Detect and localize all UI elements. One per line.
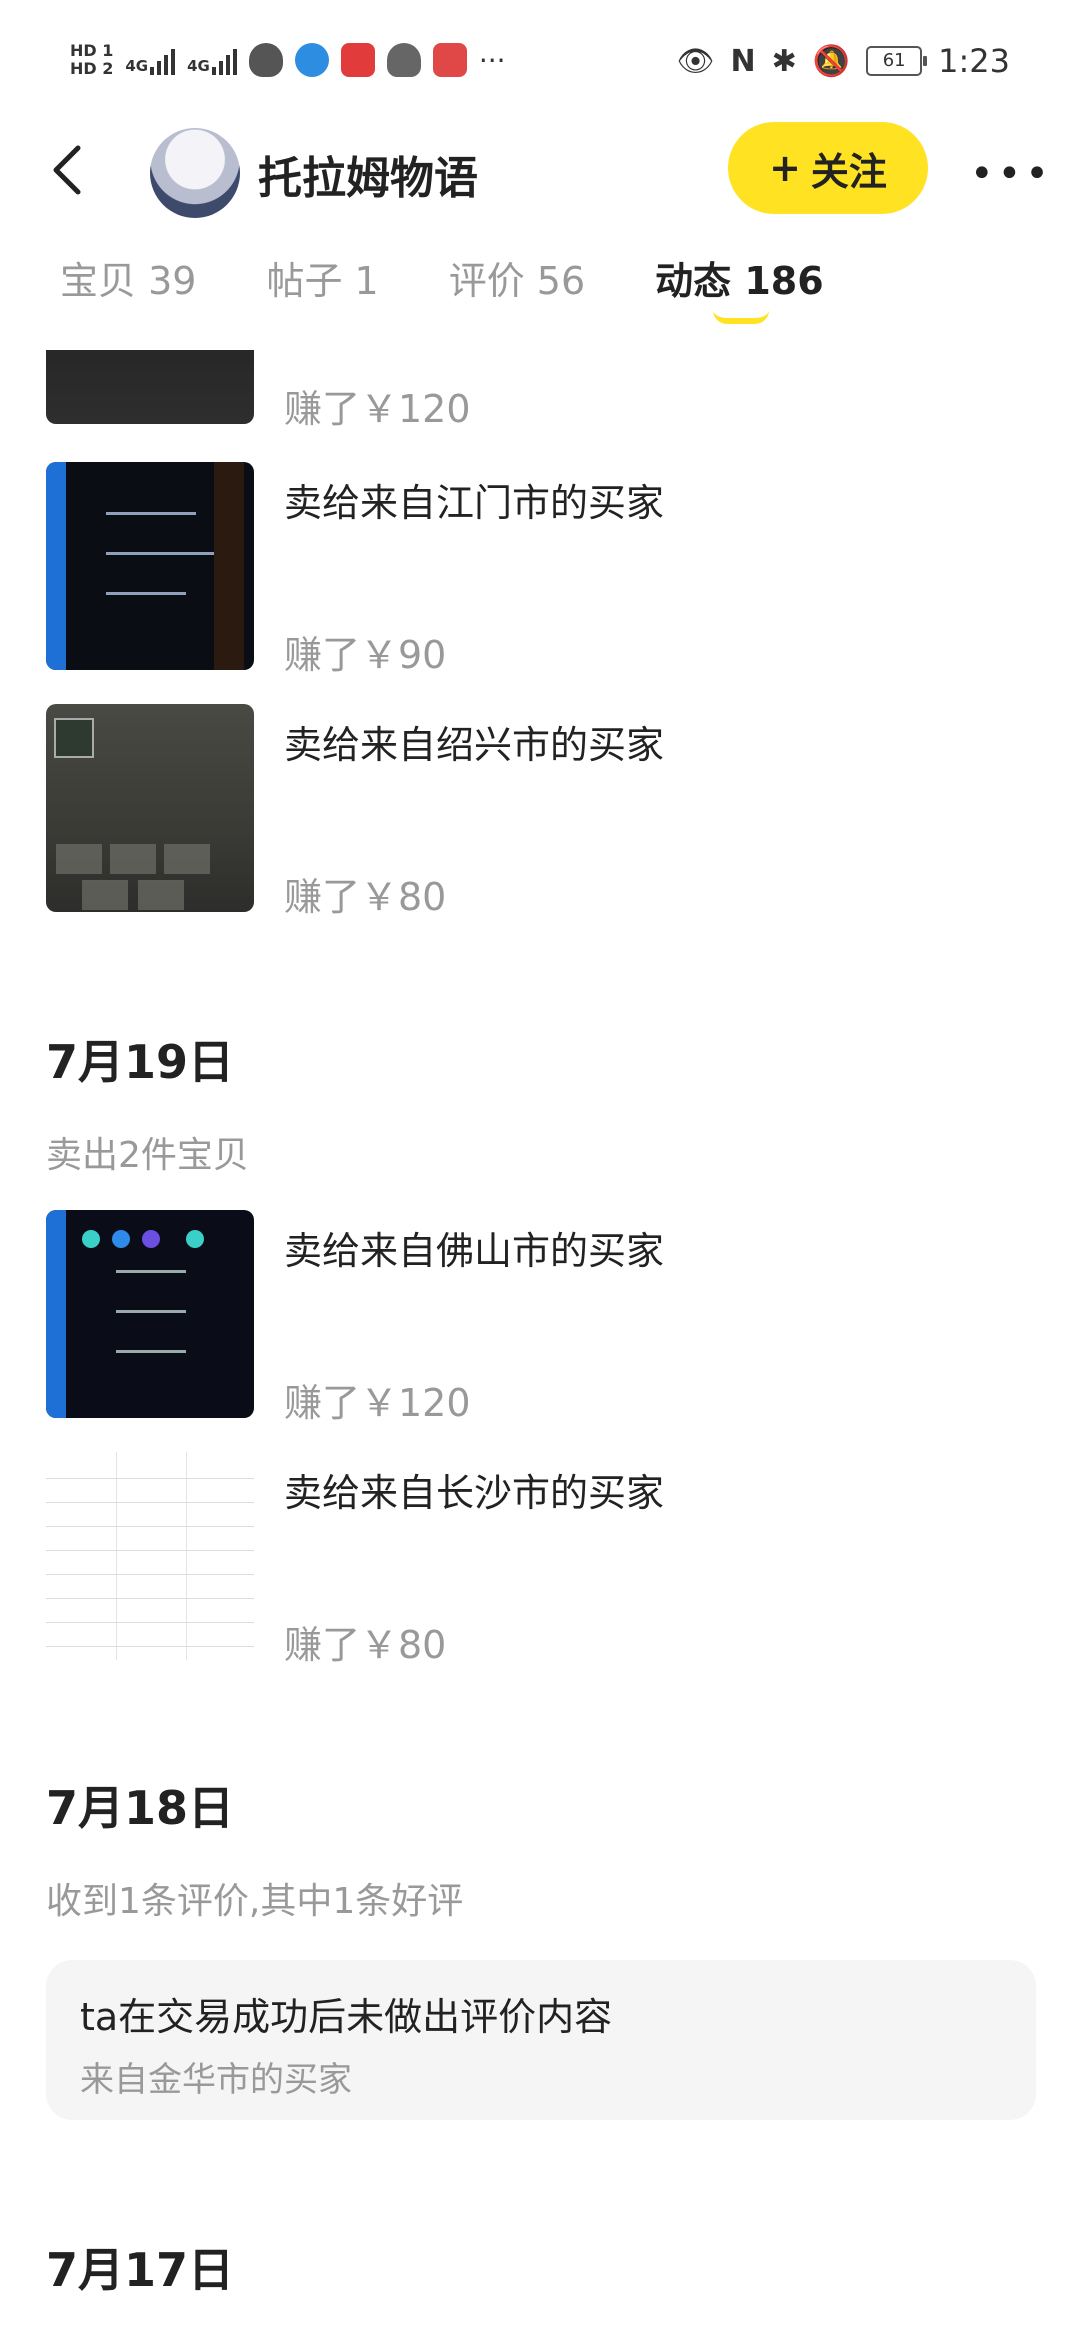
day-summary: 收到1条评价,其中1条好评: [46, 1881, 464, 1922]
qq-icon: [248, 43, 283, 77]
item-thumbnail: [46, 1210, 254, 1418]
list-item[interactable]: 卖给来自绍兴市的买家 赚了￥80: [46, 704, 1046, 919]
item-title: 卖给来自佛山市的买家: [284, 1229, 665, 1273]
item-thumbnail: [46, 704, 254, 912]
tab-posts[interactable]: 帖子 1: [266, 250, 378, 330]
shop-header: 托拉姆物语 + 关注 •••: [0, 120, 1080, 230]
signal-1-icon: 4G: [125, 45, 176, 75]
bluetooth-icon: ✱: [771, 43, 797, 79]
item-title: 卖给来自长沙市的买家: [284, 1471, 665, 1515]
tab-bar: 宝贝 39 帖子 1 评价 56 动态 186: [60, 250, 824, 330]
shop-name: 托拉姆物语: [258, 153, 478, 204]
follow-label: 关注: [810, 149, 887, 194]
list-item[interactable]: 卖给来自江门市的买家 赚了￥90: [46, 462, 1046, 677]
hd-icon: HD 1 HD 2: [70, 42, 113, 78]
mute-icon: 🔕: [812, 43, 851, 79]
avatar[interactable]: [150, 128, 240, 218]
tab-label: 帖子 1: [266, 259, 379, 303]
book-icon: [432, 43, 467, 77]
browser-icon: [294, 43, 329, 77]
item-thumbnail: [46, 1452, 254, 1660]
earn-amount: 赚了￥80: [284, 1623, 447, 1667]
active-tab-indicator: [713, 310, 770, 324]
net2-label: 4G: [187, 57, 210, 75]
battery-level: 61: [882, 50, 906, 71]
net1-label: 4G: [125, 57, 149, 75]
tab-activity[interactable]: 动态 186: [655, 250, 824, 330]
eye-icon: 👁: [676, 43, 715, 79]
tab-label: 动态 186: [655, 259, 824, 303]
battery-icon: 61: [866, 46, 928, 76]
day-summary: 卖出2件宝贝: [46, 1135, 249, 1176]
earn-amount: 赚了￥80: [284, 875, 447, 919]
clock: 1:23: [938, 42, 1010, 80]
back-button[interactable]: [48, 140, 108, 210]
earn-amount: 赚了￥120: [284, 1381, 471, 1425]
list-item[interactable]: 卖给来自佛山市的买家 赚了￥120: [46, 1210, 1046, 1425]
item-thumbnail: [46, 462, 254, 670]
activity-feed[interactable]: 赚了￥120 卖给来自江门市的买家 赚了￥90 卖给来自绍兴市的买家 赚了￥80…: [0, 350, 1080, 2340]
status-bar: HD 1 HD 2 4G 4G ··· 👁 N ✱ 🔕 61 1:23: [0, 0, 1080, 120]
review-card[interactable]: ta在交易成功后未做出评价内容 来自金华市的买家: [46, 1960, 1036, 2120]
item-title: 卖给来自绍兴市的买家: [284, 723, 665, 767]
date-heading: 7月17日: [46, 2243, 235, 2297]
date-heading: 7月18日: [46, 1781, 235, 1835]
review-text: ta在交易成功后未做出评价内容: [80, 1995, 613, 2039]
plus-icon: +: [769, 146, 801, 190]
nfc-icon: N: [730, 43, 756, 79]
signal-2-icon: 4G: [187, 45, 237, 75]
review-source: 来自金华市的买家: [80, 2060, 352, 2100]
list-item[interactable]: 卖给来自长沙市的买家 赚了￥80: [46, 1452, 1046, 1667]
status-right: 👁 N ✱ 🔕 61 1:23: [676, 36, 1010, 86]
list-item[interactable]: 赚了￥120: [46, 350, 1046, 431]
tab-items[interactable]: 宝贝 39: [60, 250, 196, 330]
more-notifications-icon: ···: [478, 43, 506, 77]
tab-label: 宝贝 39: [60, 259, 197, 303]
hd2-label: HD 2: [70, 59, 114, 78]
cloud-icon: [386, 43, 421, 77]
huawei-app-icon: [340, 43, 375, 77]
item-thumbnail: [46, 350, 254, 424]
item-title: 卖给来自江门市的买家: [284, 481, 665, 525]
status-left: HD 1 HD 2 4G 4G ···: [70, 30, 506, 90]
follow-button[interactable]: + 关注: [728, 122, 928, 214]
date-heading: 7月19日: [46, 1035, 235, 1089]
tab-label: 评价 56: [448, 259, 586, 303]
earn-amount: 赚了￥120: [284, 387, 471, 431]
earn-amount: 赚了￥90: [284, 633, 447, 677]
hd1-label: HD 1: [70, 41, 114, 60]
tab-reviews[interactable]: 评价 56: [449, 250, 585, 330]
chevron-left-icon: [53, 145, 81, 195]
more-options-button[interactable]: •••: [970, 144, 1049, 204]
